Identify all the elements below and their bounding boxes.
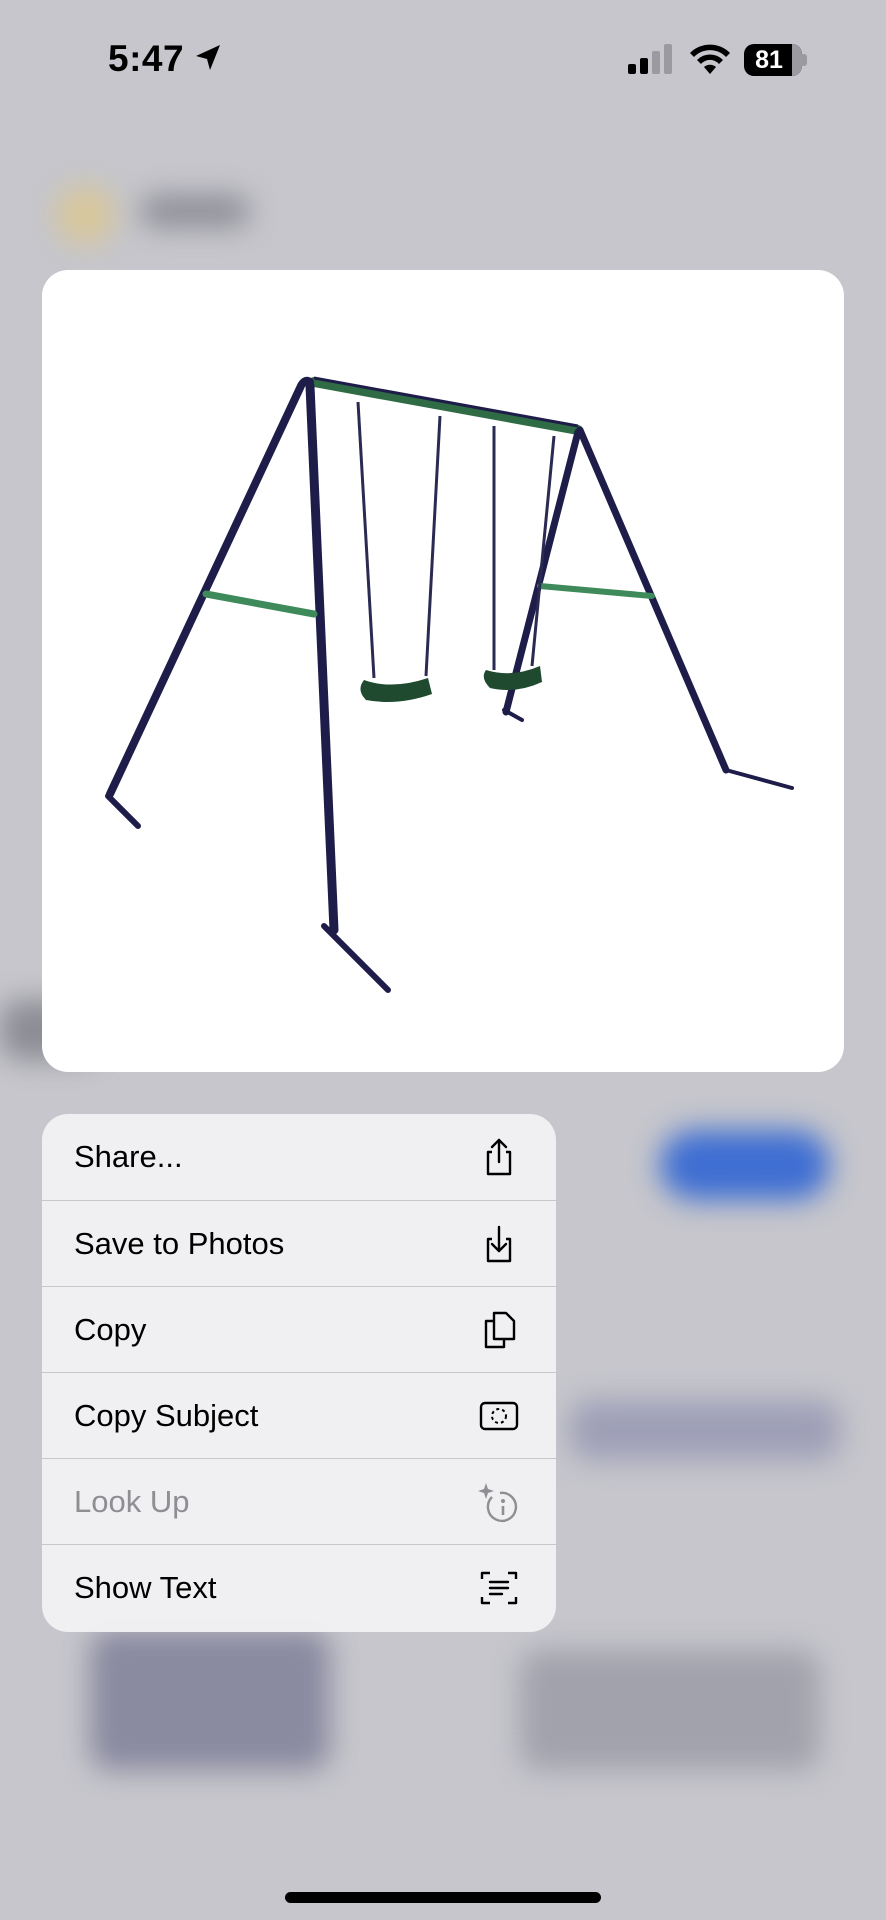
swing-set-image [105, 376, 794, 993]
location-arrow-icon [196, 45, 220, 70]
menu-item-copy[interactable]: Copy [42, 1286, 556, 1373]
wifi-icon [690, 44, 730, 74]
battery-icon: 81 [744, 44, 807, 76]
menu-item-label: Copy [74, 1312, 147, 1347]
context-menu: Share... Save to Photos Copy Copy Subjec… [42, 1114, 556, 1632]
menu-item-look-up[interactable]: Look Up [42, 1458, 556, 1545]
show-text-icon [480, 1571, 518, 1605]
menu-item-label: Show Text [74, 1570, 217, 1605]
cellular-signal-icon [628, 44, 672, 74]
menu-item-label: Share... [74, 1139, 183, 1174]
menu-item-label: Save to Photos [74, 1226, 285, 1261]
menu-item-save-to-photos[interactable]: Save to Photos [42, 1200, 556, 1287]
copy-icon [484, 1311, 516, 1349]
status-time: 5:47 [108, 38, 185, 79]
share-icon [486, 1138, 512, 1176]
menu-item-label: Look Up [74, 1484, 190, 1519]
look-up-icon [478, 1483, 518, 1523]
image-preview[interactable] [42, 270, 844, 1072]
menu-item-copy-subject[interactable]: Copy Subject [42, 1372, 556, 1459]
copy-subject-icon [479, 1401, 519, 1431]
menu-item-share[interactable]: Share... [42, 1114, 556, 1200]
battery-level: 81 [755, 46, 783, 74]
menu-item-label: Copy Subject [74, 1398, 259, 1433]
menu-item-show-text[interactable]: Show Text [42, 1544, 556, 1631]
save-to-photos-icon [486, 1225, 512, 1263]
status-bar: 5:47 81 [0, 0, 886, 120]
home-indicator[interactable] [285, 1892, 601, 1903]
